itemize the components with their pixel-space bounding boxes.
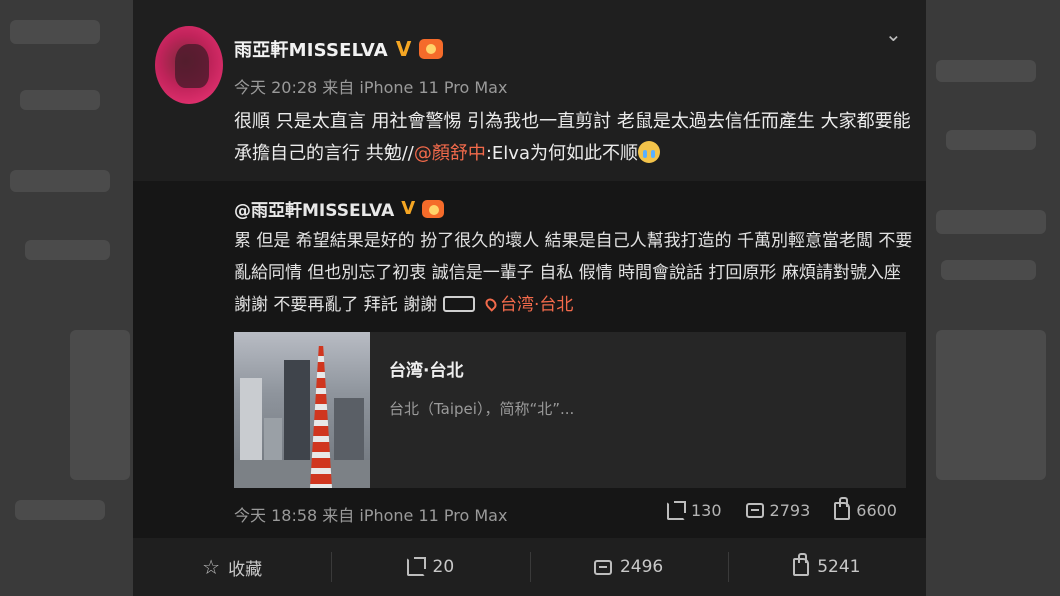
emoji-icon: [442, 296, 475, 312]
reposted-content[interactable]: @雨亞軒MISSELVA V 累 但是 希望結果是好的 扮了很久的壞人 結果是自…: [133, 181, 926, 538]
repost-count: 20: [432, 557, 455, 577]
vip-badge-icon: [419, 39, 444, 59]
comment-count: 2496: [619, 557, 664, 577]
author-name[interactable]: 雨亞軒MISSELVA: [234, 36, 388, 62]
comment-button[interactable]: 2496: [529, 538, 728, 596]
location-label: 台湾·台北: [500, 295, 574, 315]
verified-icon: V: [401, 197, 416, 219]
action-bar: ☆ 收藏 20 2496 5241: [133, 538, 926, 596]
vip-badge-icon: [422, 199, 445, 218]
location-card-title: 台湾·台北: [389, 361, 464, 381]
location-link[interactable]: 台湾·台北: [480, 295, 573, 315]
repost-comment-stat[interactable]: 2793: [745, 501, 811, 520]
like-icon: [793, 553, 810, 576]
post-text: 很順 只是太直言 用社會警惕 引為我也一直剪討 老鼠是太過去信任而產生 大家都要…: [234, 106, 914, 170]
share-icon: [667, 500, 686, 520]
weibo-post-card: 雨亞軒MISSELVA V ⌄ 今天 20:28 来自 iPhone 11 Pr…: [133, 0, 926, 596]
repost-author-row: @雨亞軒MISSELVA V: [234, 196, 445, 221]
repost-share-stat[interactable]: 130: [667, 500, 722, 520]
location-thumbnail: [234, 332, 370, 488]
avatar[interactable]: [155, 26, 223, 104]
repost-like-stat[interactable]: 6600: [834, 496, 897, 520]
repost-author-name[interactable]: @雨亞軒MISSELVA: [234, 196, 394, 221]
location-pin-icon: [483, 296, 499, 312]
repost-meta: 今天 18:58 来自 iPhone 11 Pro Max: [234, 506, 508, 525]
repost-share-count: 130: [691, 501, 722, 520]
share-icon: [406, 557, 426, 576]
chevron-down-icon[interactable]: ⌄: [885, 22, 902, 46]
repost-like-count: 6600: [856, 501, 897, 520]
verified-icon: V: [395, 37, 412, 61]
cry-emoji-icon: [637, 141, 660, 163]
repost-comment-count: 2793: [769, 501, 811, 520]
repost-stats: 130 2793 6600: [667, 496, 897, 520]
star-icon: ☆: [202, 555, 221, 579]
post-text-part2: :Elva为何如此不顺: [485, 143, 638, 164]
mention-link[interactable]: @顏舒中: [414, 143, 486, 164]
repost-button[interactable]: 20: [331, 538, 529, 596]
location-card[interactable]: 台湾·台北 台北（Taipei），简称“北”...: [234, 332, 906, 488]
like-count: 5241: [817, 557, 861, 577]
author-row: 雨亞軒MISSELVA V: [234, 36, 444, 62]
comment-icon: [745, 503, 764, 518]
location-card-description: 台北（Taipei），简称“北”...: [389, 400, 575, 418]
repost-text: 累 但是 希望結果是好的 扮了很久的壞人 結果是自己人幫我打造的 千萬別輕意當老…: [234, 225, 914, 321]
favorite-button[interactable]: ☆ 收藏: [133, 538, 331, 596]
backdrop-right: [926, 0, 1060, 596]
post-meta: 今天 20:28 来自 iPhone 11 Pro Max: [234, 78, 508, 97]
comment-icon: [593, 559, 612, 575]
favorite-label: 收藏: [228, 559, 263, 580]
backdrop-left: [0, 0, 133, 596]
like-button[interactable]: 5241: [727, 538, 926, 596]
like-icon: [834, 496, 851, 520]
